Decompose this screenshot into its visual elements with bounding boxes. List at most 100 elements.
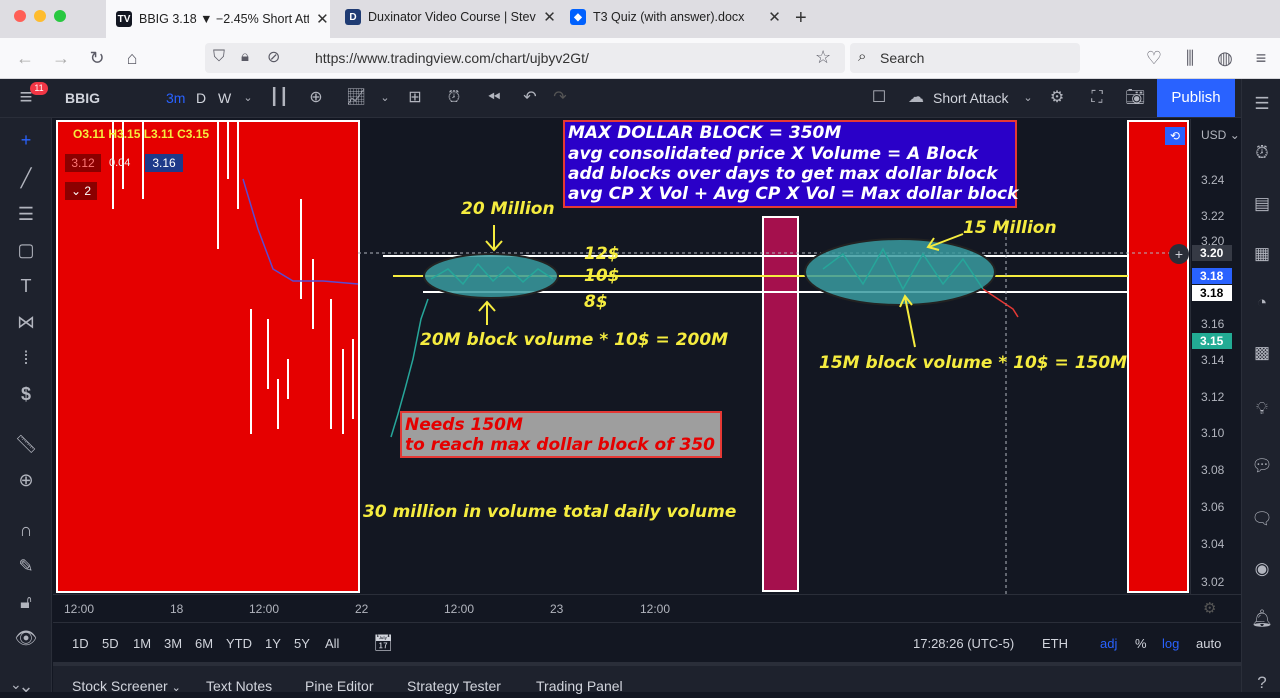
crosshair-icon[interactable]: + xyxy=(14,128,38,152)
text-icon[interactable]: T xyxy=(14,274,38,298)
bookmark-star-icon[interactable]: ☆ xyxy=(815,47,831,68)
close-tab-icon[interactable]: ✕ xyxy=(315,10,330,28)
chevron-down-icon[interactable]: ⌄ xyxy=(1018,88,1038,108)
indicators-icon[interactable]: 📈︎ xyxy=(346,88,366,108)
templates-icon[interactable]: ⊞ xyxy=(405,88,425,108)
eye-icon[interactable]: 👁︎ xyxy=(14,626,38,650)
data-window-icon[interactable]: ▤ xyxy=(1250,192,1274,216)
chat-icon[interactable]: 💬︎ xyxy=(1250,454,1274,478)
back-icon[interactable]: ← xyxy=(14,47,36,69)
fib-icon[interactable]: ☰ xyxy=(14,202,38,226)
date-range-icon[interactable]: 📅︎ xyxy=(373,633,393,653)
add-alert-plus-icon[interactable]: + xyxy=(1169,244,1189,264)
settings-gear-icon[interactable]: ⚙ xyxy=(1203,599,1216,617)
candles-icon[interactable]: ┃┃ xyxy=(269,88,289,108)
range-1d[interactable]: 1D xyxy=(72,636,89,651)
sync-icon[interactable]: ◍ xyxy=(1214,47,1236,69)
hotlist-icon[interactable]: ◔ xyxy=(1250,291,1274,315)
adj-toggle[interactable]: adj xyxy=(1100,636,1117,651)
new-tab-icon[interactable]: + xyxy=(795,7,807,30)
messages-icon[interactable]: 🗨︎ xyxy=(1250,507,1274,531)
forward-icon[interactable]: → xyxy=(50,47,72,69)
publish-button[interactable]: Publish xyxy=(1157,79,1235,117)
clock[interactable]: 17:28:26 (UTC-5) xyxy=(913,636,1014,651)
help-icon[interactable]: ? xyxy=(1250,671,1274,695)
interval-3m[interactable]: 3m xyxy=(166,90,185,106)
indicator-toggle[interactable]: ⌄ 2 xyxy=(65,182,97,200)
range-1y[interactable]: 1Y xyxy=(265,636,281,651)
replay-icon[interactable]: ⏪︎ xyxy=(484,88,504,108)
shield-icon[interactable]: ⛉ xyxy=(213,48,225,66)
pattern-icon[interactable]: ⋈ xyxy=(14,310,38,334)
chart-canvas[interactable]: O3.11 H3.15 L3.11 C3.15 3.12 0.04 3.16 ⌄… xyxy=(53,119,1190,594)
interval-w[interactable]: W xyxy=(218,90,231,106)
chevron-down-icon[interactable]: ⌄ xyxy=(238,88,258,108)
reload-icon[interactable]: ↻ xyxy=(86,47,108,69)
layout-square-icon[interactable]: ☐ xyxy=(869,88,889,108)
lock-drawings-icon[interactable]: ✎ xyxy=(14,554,38,578)
range-6m[interactable]: 6M xyxy=(195,636,213,651)
settings-gear-icon[interactable]: ⚙ xyxy=(1047,88,1067,108)
currency-selector[interactable]: USD ⌄ xyxy=(1201,128,1240,142)
lock-icon[interactable]: 🔒︎ xyxy=(241,48,249,65)
alarm-clock-icon[interactable]: ⏰︎ xyxy=(1250,141,1274,165)
auto-toggle[interactable]: auto xyxy=(1196,636,1221,651)
range-5d[interactable]: 5D xyxy=(102,636,119,651)
tab-t3-quiz[interactable]: ◆ T3 Quiz (with answer).docx ✕ xyxy=(560,0,782,34)
sync-chart-icon[interactable]: ⟲ xyxy=(1165,127,1185,145)
fullscreen-icon[interactable]: ⛶ xyxy=(1087,88,1107,108)
tab-duxinator[interactable]: D Duxinator Video Course | Steven ✕ xyxy=(335,0,557,34)
search-input[interactable]: ⌕ Search xyxy=(850,43,1080,73)
notifications-bell-icon[interactable]: 🔔︎ xyxy=(1250,607,1274,631)
rectangle-icon[interactable]: ▢ xyxy=(14,238,38,262)
ruler-icon[interactable]: 📏︎ xyxy=(14,432,38,456)
close-tab-icon[interactable]: ✕ xyxy=(767,8,782,26)
range-all[interactable]: All xyxy=(325,636,339,651)
layout-name[interactable]: Short Attack xyxy=(933,90,1008,106)
time-scale[interactable]: 12:00 18 12:00 22 12:00 23 12:00 ⚙ xyxy=(53,594,1241,621)
sell-button[interactable]: 3.12 xyxy=(65,154,101,172)
range-5y[interactable]: 5Y xyxy=(294,636,310,651)
minimize-window-button[interactable] xyxy=(34,10,46,22)
pocket-icon[interactable]: ♡ xyxy=(1143,47,1165,69)
library-icon[interactable]: ⫼ xyxy=(1179,47,1201,69)
tab-bbig[interactable]: TV BBIG 3.18 ▼ −2.45% Short Attac ✕ xyxy=(106,0,330,38)
chevron-down-icon[interactable]: ⌄ xyxy=(375,88,395,108)
app-menu-icon[interactable]: ≡ xyxy=(1250,47,1272,69)
close-window-button[interactable] xyxy=(14,10,26,22)
session-toggle[interactable]: ETH xyxy=(1042,636,1068,651)
zoom-icon[interactable]: ⊕ xyxy=(14,468,38,492)
buy-button[interactable]: 3.16 xyxy=(145,154,183,172)
calendar-grid-icon[interactable]: ▩ xyxy=(1250,341,1274,365)
watchlist-icon[interactable]: ☰ xyxy=(1250,92,1274,116)
range-3m[interactable]: 3M xyxy=(164,636,182,651)
undo-icon[interactable]: ↶ xyxy=(520,88,540,108)
symbol-search[interactable]: BBIG xyxy=(65,90,100,106)
compare-plus-icon[interactable]: ⊕ xyxy=(306,88,326,108)
maximize-window-button[interactable] xyxy=(54,10,66,22)
permissions-icon[interactable]: ⊘ xyxy=(267,47,280,67)
magnet-icon[interactable]: ∩ xyxy=(14,518,38,542)
dollar-icon[interactable]: $ xyxy=(14,382,38,406)
redo-icon[interactable]: ↷ xyxy=(550,88,570,108)
cloud-icon[interactable]: ☁︎ xyxy=(906,88,926,108)
log-toggle[interactable]: log xyxy=(1162,636,1179,651)
home-icon[interactable]: ⌂ xyxy=(121,47,143,69)
streams-icon[interactable]: ◉ xyxy=(1250,557,1274,581)
lock-icon[interactable]: 🔓︎ xyxy=(14,590,38,614)
drawing-toolbar: + ╱ ☰ ▢ T ⋈ ⁞ $ 📏︎ ⊕ ∩ ✎ 🔓︎ 👁︎ ⌄ xyxy=(0,118,52,696)
percent-toggle[interactable]: % xyxy=(1135,636,1147,651)
camera-icon[interactable]: 📷︎ xyxy=(1125,88,1145,108)
calendar-icon[interactable]: ▦ xyxy=(1250,242,1274,266)
range-1m[interactable]: 1M xyxy=(133,636,151,651)
prediction-icon[interactable]: ⁞ xyxy=(14,346,38,370)
range-ytd[interactable]: YTD xyxy=(226,636,252,651)
address-bar[interactable]: ⛉ 🔒︎ ⊘ https://www.tradingview.com/chart… xyxy=(205,43,845,73)
trend-line-icon[interactable]: ╱ xyxy=(14,166,38,190)
interval-d[interactable]: D xyxy=(196,90,206,106)
alert-icon[interactable]: ⏰︎ xyxy=(444,88,464,108)
price-scale[interactable]: USD ⌄ 3.24 3.22 3.20 3.16 3.14 3.12 3.10… xyxy=(1190,119,1241,594)
close-tab-icon[interactable]: ✕ xyxy=(542,8,557,26)
chevron-down-icon[interactable]: ⌄ xyxy=(10,676,22,693)
ideas-lightbulb-icon[interactable]: 💡︎ xyxy=(1250,397,1274,421)
